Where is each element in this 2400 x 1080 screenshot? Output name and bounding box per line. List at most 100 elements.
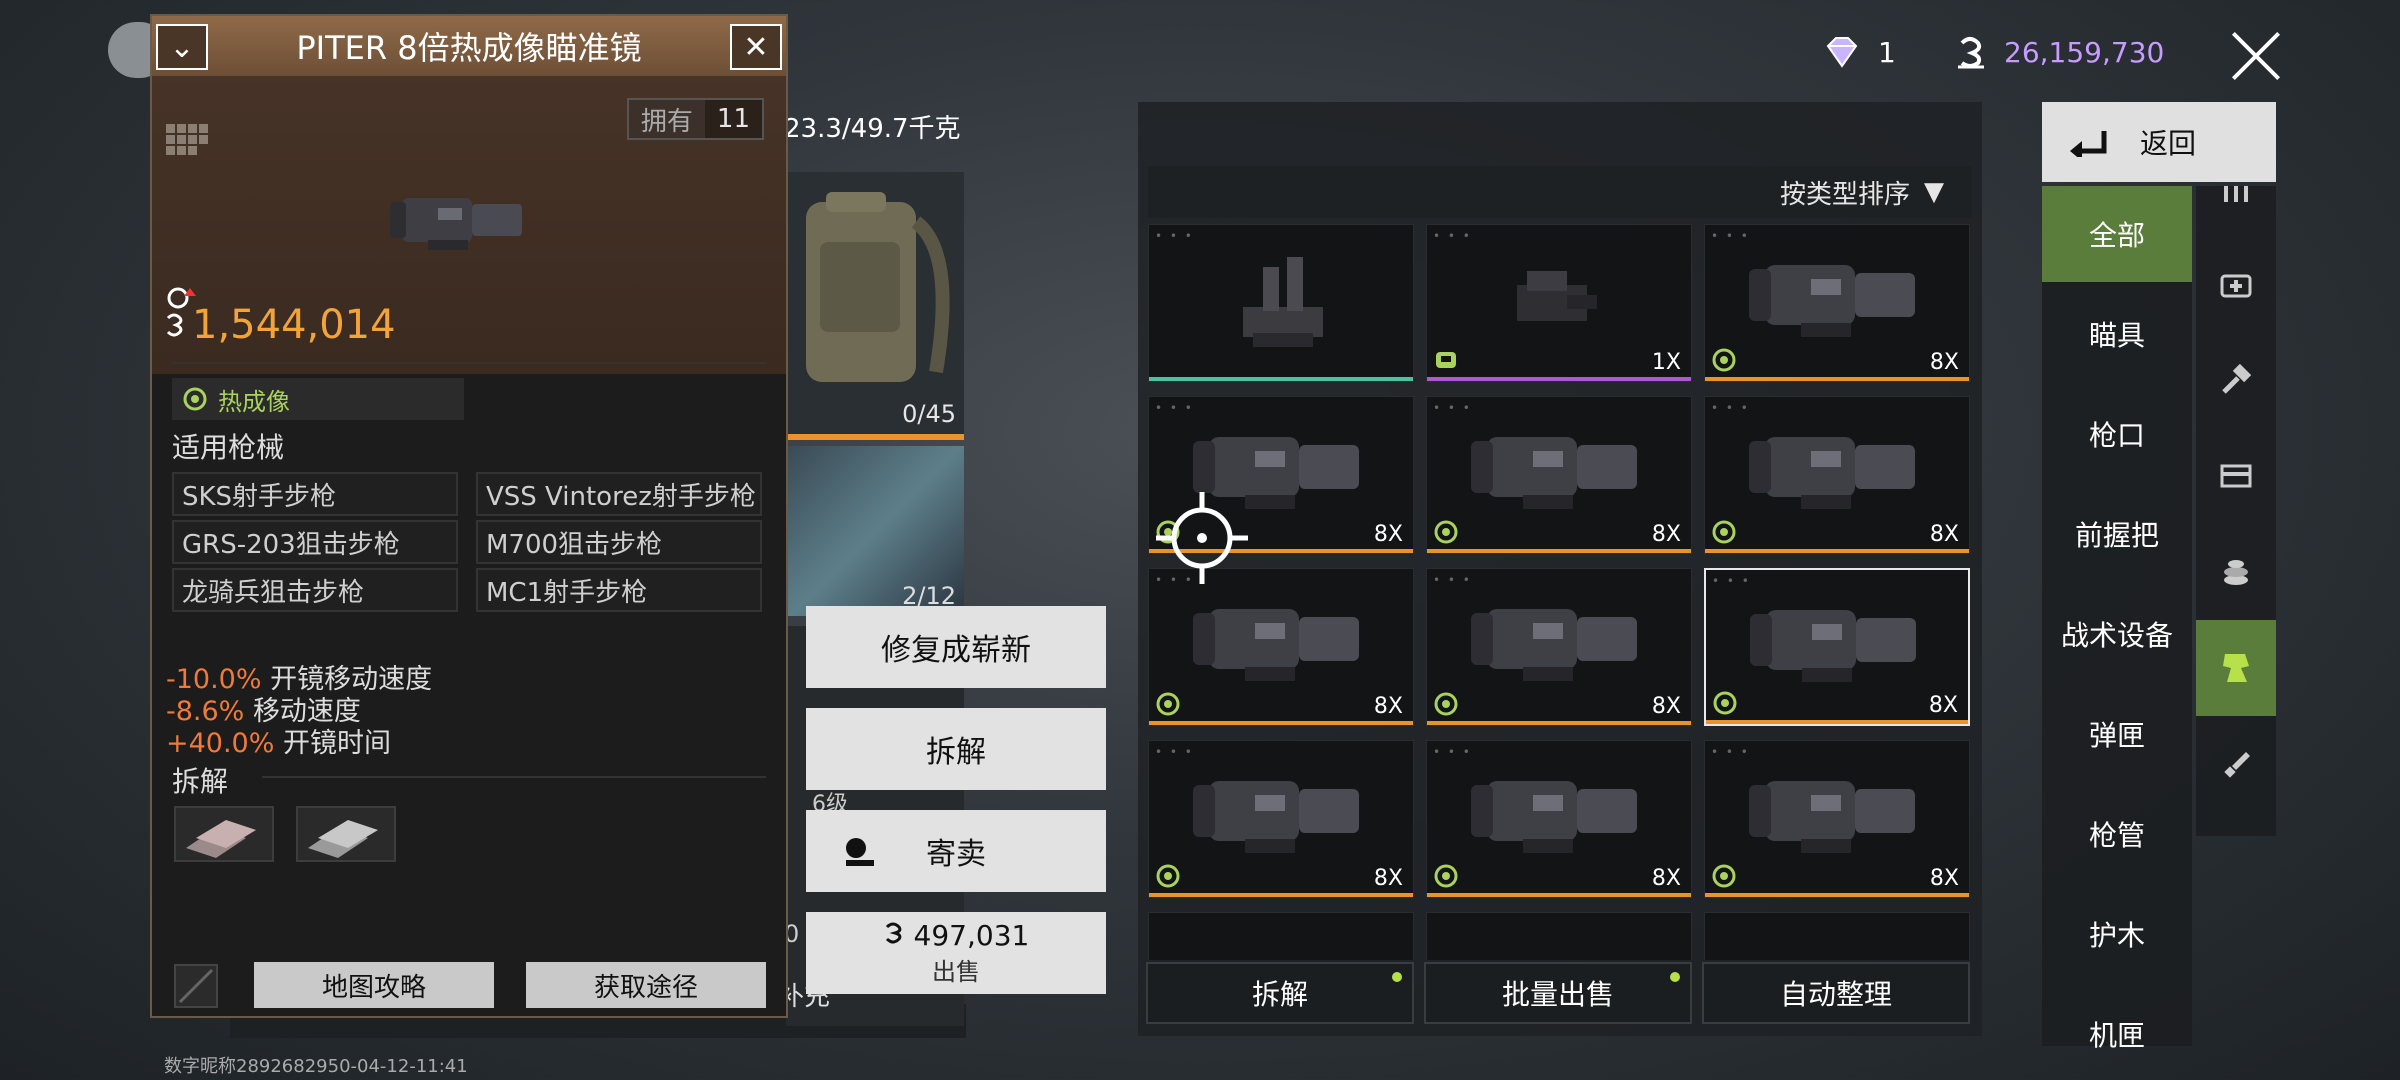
no-image-icon[interactable]: [174, 964, 218, 1008]
close-detail-button[interactable]: ✕: [730, 24, 782, 70]
bulk-dismantle-button[interactable]: 拆解: [1146, 962, 1414, 1024]
gun-item: SKS射手步枪: [172, 472, 458, 516]
category-receiver[interactable]: 机匣: [2042, 986, 2192, 1080]
gem-count: 1: [1878, 35, 1896, 69]
gun-item: GRS-203狙击步枪: [172, 520, 458, 564]
magnification-label: 8X: [1651, 522, 1681, 547]
category-handguard[interactable]: 护木: [2042, 886, 2192, 982]
knife-icon[interactable]: [2196, 716, 2276, 812]
auto-sort-button[interactable]: 自动整理: [1702, 962, 1970, 1024]
inventory-item[interactable]: • • •: [1148, 224, 1414, 382]
magnification-label: 8X: [1373, 866, 1403, 891]
category-muzzle[interactable]: 枪口: [2042, 386, 2192, 482]
magnification-label: 8X: [1651, 694, 1681, 719]
coins-icon[interactable]: [2196, 524, 2276, 620]
magnification-label: 8X: [1929, 866, 1959, 891]
gun-item: M700狙击步枪: [476, 520, 762, 564]
rarity-bar: [1427, 721, 1691, 725]
thermal-tag-icon: [1712, 864, 1736, 888]
magnification-label: 8X: [1929, 350, 1959, 375]
map-guide-button[interactable]: 地图攻略: [254, 962, 494, 1008]
repair-button[interactable]: 修复成崭新: [806, 606, 1106, 688]
grid-dots: • • •: [1433, 745, 1472, 759]
medkit-icon[interactable]: [2196, 236, 2276, 332]
dismantle-part[interactable]: [174, 806, 274, 862]
inventory-item[interactable]: [1704, 912, 1970, 960]
coin-count: 26,159,730: [2004, 35, 2165, 69]
sell-label: 出售: [932, 958, 980, 986]
backpack-slot[interactable]: 0/45: [786, 172, 964, 434]
inventory-item[interactable]: • • • 8X: [1704, 224, 1970, 382]
notify-dot: [1392, 972, 1402, 982]
inventory-item[interactable]: • • • 8X: [1148, 568, 1414, 726]
ammo-icon[interactable]: [2196, 146, 2276, 242]
inventory-item[interactable]: • • • 8X: [1704, 568, 1970, 726]
rarity-bar: [1705, 893, 1969, 897]
coin-icon: [1958, 37, 1984, 69]
inventory-item[interactable]: • • • 8X: [1426, 396, 1692, 554]
close-icon[interactable]: [2228, 28, 2284, 84]
category-sight[interactable]: 瞄具: [2042, 286, 2192, 382]
magnification-label: 8X: [1651, 866, 1681, 891]
inventory-item[interactable]: • • • 1X: [1426, 224, 1692, 382]
thermal-tag-icon: [1156, 864, 1180, 888]
item-price: 1,544,014: [164, 302, 396, 348]
consign-button[interactable]: 寄卖: [806, 810, 1106, 892]
inventory-item[interactable]: • • • 8X: [1148, 740, 1414, 898]
box-icon[interactable]: [2196, 428, 2276, 524]
sort-dropdown[interactable]: 按类型排序 ▼: [1148, 166, 1972, 218]
inventory-item[interactable]: • • • 8X: [1704, 396, 1970, 554]
divider: [172, 362, 766, 364]
magnification-label: 1X: [1651, 350, 1681, 375]
thermal-scope-icon: [390, 198, 522, 250]
bulk-sell-button[interactable]: 批量出售: [1424, 962, 1692, 1024]
category-magazine[interactable]: 弹匣: [2042, 686, 2192, 782]
hammer-icon[interactable]: [2196, 332, 2276, 428]
dismantle-part[interactable]: [296, 806, 396, 862]
category-barrel[interactable]: 枪管: [2042, 786, 2192, 882]
backpack-bar: [786, 434, 964, 440]
item-price-value: 1,544,014: [192, 302, 396, 348]
sell-price: 497,031: [913, 919, 1030, 952]
gun-item: VSS Vintorez射手步枪: [476, 472, 762, 516]
rarity-bar: [1149, 721, 1413, 725]
inventory-item[interactable]: [1426, 912, 1692, 960]
watermark: 数字昵称2892682950-04-12-11:41: [164, 1056, 468, 1077]
divider: [262, 776, 766, 778]
category-all[interactable]: 全部: [2042, 186, 2192, 282]
inventory-item[interactable]: • • • 8X: [1704, 740, 1970, 898]
category-tactical[interactable]: 战术设备: [2042, 586, 2192, 682]
armor-slot[interactable]: 2/12: [786, 446, 964, 616]
inventory-item[interactable]: [1148, 912, 1414, 960]
thermal-tag-icon: [1434, 864, 1458, 888]
collapse-button[interactable]: ⌄: [156, 24, 208, 70]
magnification-label: 8X: [1929, 522, 1959, 547]
type-tag-label: 热成像: [218, 387, 290, 416]
rarity-bar: [1705, 549, 1969, 553]
backpack-icon: [806, 192, 950, 382]
grid-dots: • • •: [1711, 745, 1750, 759]
triangle-down-icon: ▼: [1924, 177, 1944, 207]
dismantle-button[interactable]: 拆解: [806, 708, 1106, 790]
category-foregrip[interactable]: 前握把: [2042, 486, 2192, 582]
parts-icon: [308, 820, 378, 858]
compatible-guns-title: 适用枪械: [172, 431, 285, 464]
diamond-icon: [1826, 37, 1858, 68]
inventory-item[interactable]: • • • 8X: [1426, 740, 1692, 898]
grid-dots: • • •: [1711, 401, 1750, 415]
obtain-button[interactable]: 获取途径: [526, 962, 766, 1008]
rarity-bar: [1149, 377, 1413, 381]
rarity-bar: [1427, 893, 1691, 897]
reflex-tag-icon: [1436, 352, 1456, 368]
grid-dots: • • •: [1155, 229, 1194, 243]
grid-size-icon: [166, 124, 208, 166]
sell-button[interactable]: 497,031 出售: [806, 912, 1106, 994]
thermal-tag-icon: [1434, 520, 1458, 544]
item-title-bar: PITER 8倍热成像瞄准镜: [152, 16, 786, 76]
sort-label: 按类型排序: [1779, 179, 1910, 210]
gun-item: 龙骑兵狙击步枪: [172, 568, 458, 612]
inventory-item[interactable]: • • • 8X: [1426, 568, 1692, 726]
magnification-label: 8X: [1373, 694, 1403, 719]
rarity-bar: [1427, 377, 1691, 381]
attachment-icon[interactable]: [2196, 620, 2276, 716]
